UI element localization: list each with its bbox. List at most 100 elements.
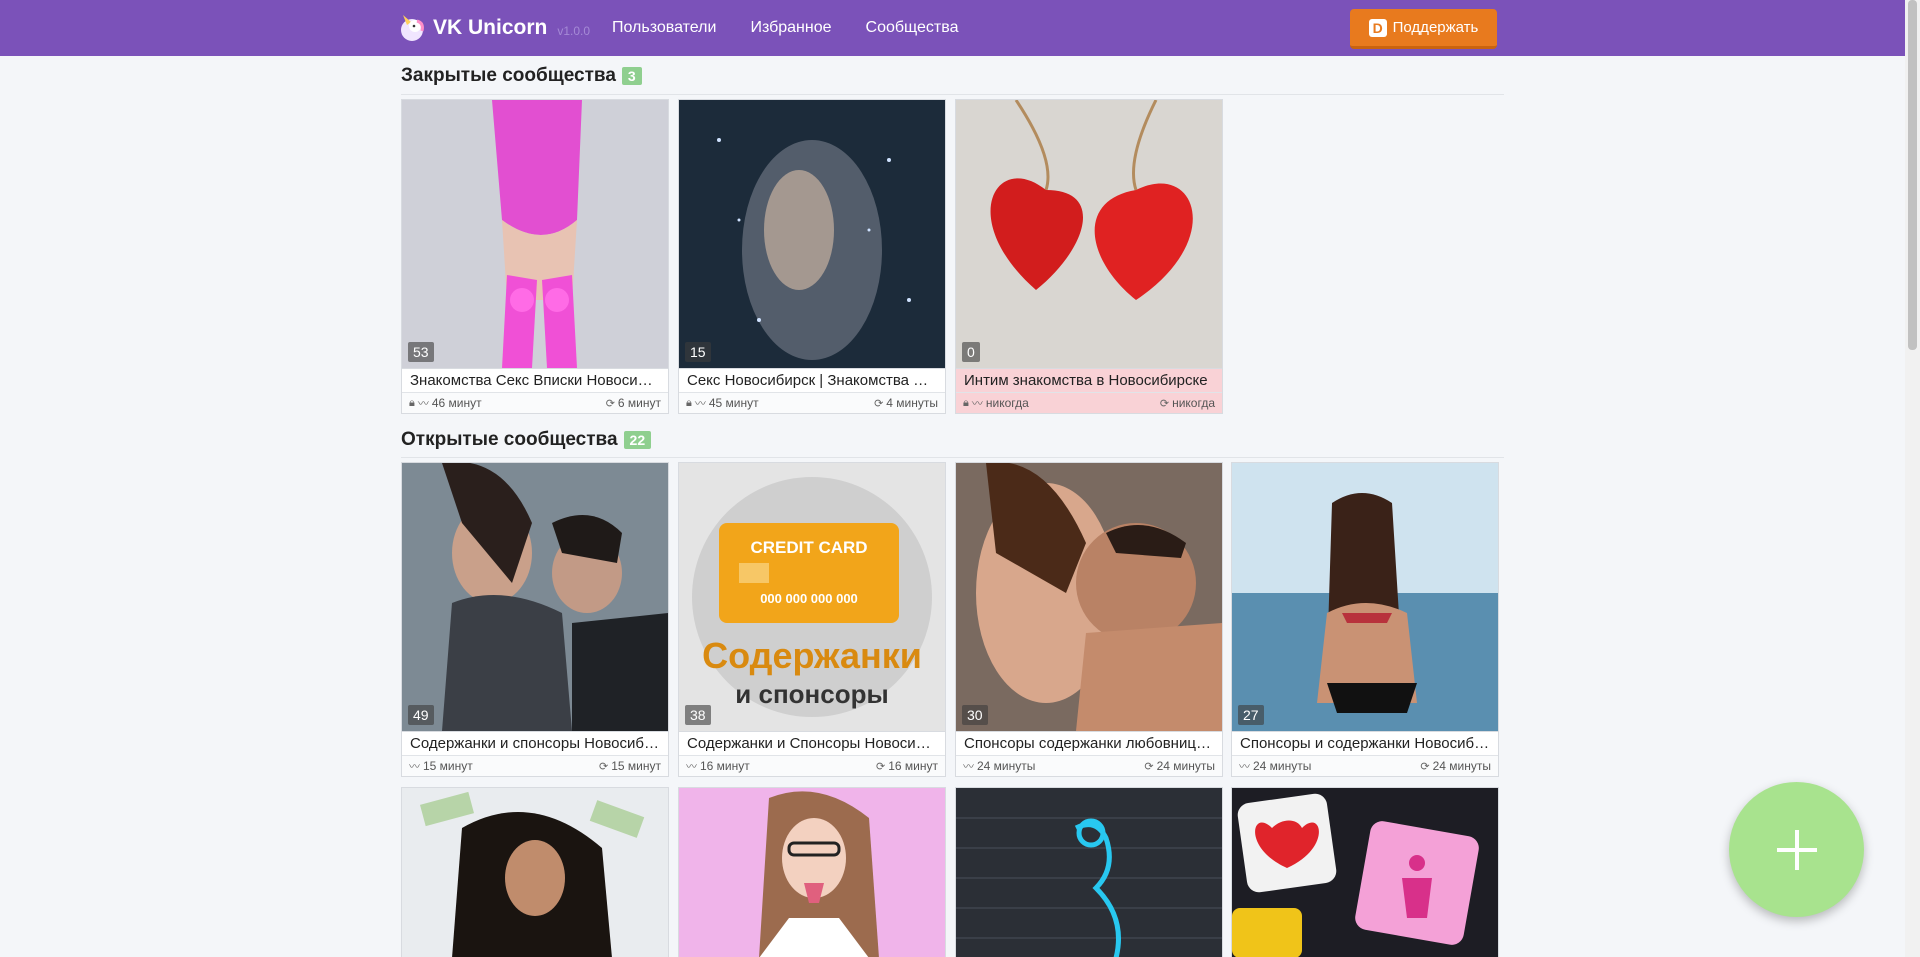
- card-meta: 〰 24 минуты ⟳ 24 минуты: [1232, 755, 1498, 776]
- activity-icon: 〰: [971, 398, 983, 410]
- navbar: VK Unicorn v1.0.0 Пользователи Избранное…: [0, 0, 1905, 56]
- card-title[interactable]: Знакомства Секс Вписки Новосибирск: [402, 368, 668, 392]
- card-last-activity: 45 минут: [708, 396, 759, 410]
- card-meta: 〰 24 минуты ⟳ 24 минуты: [956, 755, 1222, 776]
- refresh-icon: ⟳: [599, 760, 609, 773]
- lock-icon: 🔒︎: [963, 396, 969, 409]
- card-count: 15: [685, 342, 711, 362]
- card-last-activity: 16 минут: [700, 759, 750, 773]
- card-last-update: 4 минуты: [886, 396, 938, 410]
- community-image[interactable]: 0: [956, 100, 1222, 368]
- nav-users[interactable]: Пользователи: [612, 19, 716, 37]
- scroll-thumb[interactable]: [1908, 0, 1917, 350]
- donate-label: Поддержать: [1392, 19, 1479, 36]
- community-image[interactable]: 49: [402, 463, 668, 731]
- card-count: 30: [962, 705, 988, 725]
- brand-version: v1.0.0: [557, 24, 591, 38]
- activity-icon: 〰: [694, 398, 706, 410]
- card-meta: 🔒︎ 〰 никогда ⟳ никогда: [956, 392, 1222, 413]
- nav-favorites[interactable]: Избранное: [750, 19, 831, 37]
- community-card[interactable]: [678, 787, 946, 957]
- community-card[interactable]: 0 Интим знакомства в Новосибирске 🔒︎ 〰 ник…: [955, 99, 1223, 414]
- section-divider: [401, 457, 1504, 458]
- community-card[interactable]: 15 Секс Новосибирск | Знакомства Новосиб…: [678, 99, 946, 414]
- card-last-update: 24 минуты: [1432, 759, 1491, 773]
- card-last-update: 24 минуты: [1156, 759, 1215, 773]
- lock-icon: 🔒︎: [409, 396, 415, 409]
- card-last-activity: никогда: [985, 396, 1029, 410]
- community-image[interactable]: 27: [1232, 463, 1498, 731]
- donate-icon: D: [1368, 18, 1387, 37]
- card-image-line1: Содержанки: [702, 635, 922, 676]
- closed-section-title: Закрытые сообщества 3: [401, 65, 642, 87]
- nav-links: Пользователи Избранное Сообщества: [612, 0, 958, 56]
- activity-icon: 〰: [963, 761, 974, 773]
- community-card[interactable]: [401, 787, 669, 957]
- card-last-update: 15 минут: [611, 759, 661, 773]
- community-image[interactable]: [679, 788, 945, 957]
- closed-section-label: Закрытые сообщества: [401, 65, 616, 86]
- brand[interactable]: VK Unicorn v1.0.0: [397, 12, 590, 44]
- card-count: 38: [685, 705, 711, 725]
- donate-button[interactable]: D Поддержать: [1350, 9, 1497, 49]
- card-count: 27: [1238, 705, 1264, 725]
- community-card[interactable]: [955, 787, 1223, 957]
- section-divider: [401, 94, 1504, 95]
- scrollbar[interactable]: [1905, 0, 1920, 957]
- card-image-title: CREDIT CARD: [750, 538, 867, 557]
- open-count-badge: 22: [623, 431, 652, 449]
- card-last-activity: 24 минуты: [1253, 759, 1312, 773]
- plus-icon: [1776, 829, 1817, 870]
- community-card[interactable]: 53 Знакомства Секс Вписки Новосибирск 🔒︎…: [401, 99, 669, 414]
- card-last-activity: 15 минут: [423, 759, 473, 773]
- community-image[interactable]: [402, 788, 668, 957]
- card-title[interactable]: Содержанки и Спонсоры Новосибирск: [679, 731, 945, 755]
- lock-icon: 🔒︎: [686, 396, 692, 409]
- card-meta: 🔒︎ 〰 46 минут ⟳ 6 минут: [402, 392, 668, 413]
- card-last-update: 16 минут: [888, 759, 938, 773]
- refresh-icon: ⟳: [1144, 760, 1154, 773]
- card-meta: 🔒︎ 〰 45 минут ⟳ 4 минуты: [679, 392, 945, 413]
- unicorn-logo-icon: [401, 15, 424, 41]
- card-title[interactable]: Секс Новосибирск | Знакомства Новосибирс…: [679, 368, 945, 392]
- card-image-number: 000 000 000 000: [760, 591, 858, 606]
- refresh-icon: ⟳: [876, 760, 886, 773]
- community-image[interactable]: 15: [679, 100, 945, 368]
- nav-communities[interactable]: Сообщества: [866, 19, 959, 37]
- card-title[interactable]: Содержанки и спонсоры Новосибирск: [402, 731, 668, 755]
- refresh-icon: ⟳: [1159, 397, 1170, 410]
- community-image[interactable]: [1232, 788, 1498, 957]
- card-last-update: никогда: [1172, 396, 1215, 410]
- activity-icon: 〰: [409, 761, 420, 773]
- activity-icon: 〰: [686, 761, 697, 773]
- community-card[interactable]: 30 Спонсоры содержанки любовницы Новосиб…: [955, 462, 1223, 777]
- card-image-line2: и спонсоры: [735, 679, 888, 709]
- community-card[interactable]: [1231, 787, 1499, 957]
- card-meta: 〰 15 минут ⟳ 15 минут: [402, 755, 668, 776]
- community-image[interactable]: CREDIT CARD 000 000 000 000 Содержанки и…: [679, 463, 945, 731]
- card-last-activity: 24 минуты: [977, 759, 1036, 773]
- card-title[interactable]: Интим знакомства в Новосибирске: [956, 368, 1222, 392]
- add-community-button[interactable]: [1729, 782, 1864, 917]
- card-count: 0: [962, 342, 980, 362]
- activity-icon: 〰: [417, 398, 429, 410]
- open-section-label: Открытые сообщества: [401, 429, 618, 450]
- card-meta: 〰 16 минут ⟳ 16 минут: [679, 755, 945, 776]
- card-count: 49: [408, 705, 434, 725]
- community-card[interactable]: 49 Содержанки и спонсоры Новосибирск 〰 15…: [401, 462, 669, 777]
- brand-name: VK Unicorn: [433, 16, 548, 39]
- open-section-title: Открытые сообщества 22: [401, 429, 652, 451]
- card-title[interactable]: Спонсоры и содержанки Новосибирск: [1232, 731, 1498, 755]
- community-image[interactable]: 53: [402, 100, 668, 368]
- community-card[interactable]: 27 Спонсоры и содержанки Новосибирск 〰 24…: [1231, 462, 1499, 777]
- refresh-icon: ⟳: [1420, 760, 1430, 773]
- community-image[interactable]: 30: [956, 463, 1222, 731]
- community-image[interactable]: [956, 788, 1222, 957]
- refresh-icon: ⟳: [605, 397, 615, 410]
- closed-count-badge: 3: [621, 67, 642, 85]
- community-card[interactable]: CREDIT CARD 000 000 000 000 Содержанки и…: [678, 462, 946, 777]
- card-last-activity: 46 минут: [431, 396, 482, 410]
- activity-icon: 〰: [1239, 761, 1250, 773]
- card-title[interactable]: Спонсоры содержанки любовницы Новосибирс…: [956, 731, 1222, 755]
- card-count: 53: [408, 342, 434, 362]
